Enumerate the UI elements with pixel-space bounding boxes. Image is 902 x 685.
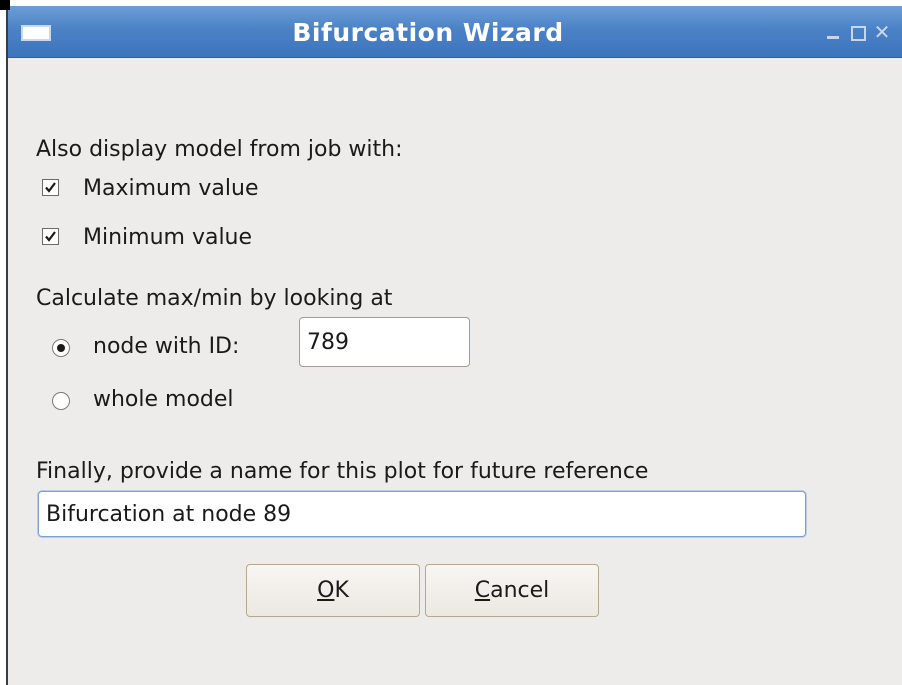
- dialog-window: Bifurcation Wizard ✕ Also display model …: [6, 6, 902, 685]
- whole-model-radio[interactable]: [52, 392, 70, 410]
- whole-model-label[interactable]: whole model: [93, 387, 234, 412]
- minimum-value-checkbox[interactable]: [42, 228, 59, 245]
- screen-corner: [0, 0, 10, 10]
- close-icon[interactable]: ✕: [872, 21, 892, 43]
- name-section-heading: Finally, provide a name for this plot fo…: [36, 459, 649, 484]
- ok-label-rest: K: [334, 578, 349, 603]
- radio-selected-dot: [57, 344, 65, 352]
- title-bar[interactable]: Bifurcation Wizard ✕: [8, 6, 902, 58]
- plot-name-input[interactable]: [38, 491, 806, 537]
- ok-mnemonic: O: [317, 578, 335, 603]
- checkmark-icon: [45, 231, 56, 242]
- cancel-mnemonic: C: [474, 578, 491, 603]
- display-section-heading: Also display model from job with:: [36, 137, 403, 162]
- checkmark-icon: [45, 182, 56, 193]
- calc-section-heading: Calculate max/min by looking at: [36, 286, 393, 311]
- maximize-icon[interactable]: [848, 21, 868, 43]
- cancel-button[interactable]: Cancel: [425, 564, 599, 617]
- node-with-id-label[interactable]: node with ID:: [93, 334, 239, 359]
- node-id-input[interactable]: [299, 317, 470, 367]
- node-with-id-radio[interactable]: [52, 339, 70, 357]
- maximum-value-checkbox[interactable]: [42, 179, 59, 196]
- ok-button[interactable]: OK: [246, 564, 420, 617]
- window-title: Bifurcation Wizard: [292, 18, 564, 47]
- maximum-value-label[interactable]: Maximum value: [83, 176, 258, 201]
- minimum-value-label[interactable]: Minimum value: [83, 225, 252, 250]
- cancel-label-rest: ancel: [490, 578, 550, 603]
- minimize-icon[interactable]: [824, 21, 844, 43]
